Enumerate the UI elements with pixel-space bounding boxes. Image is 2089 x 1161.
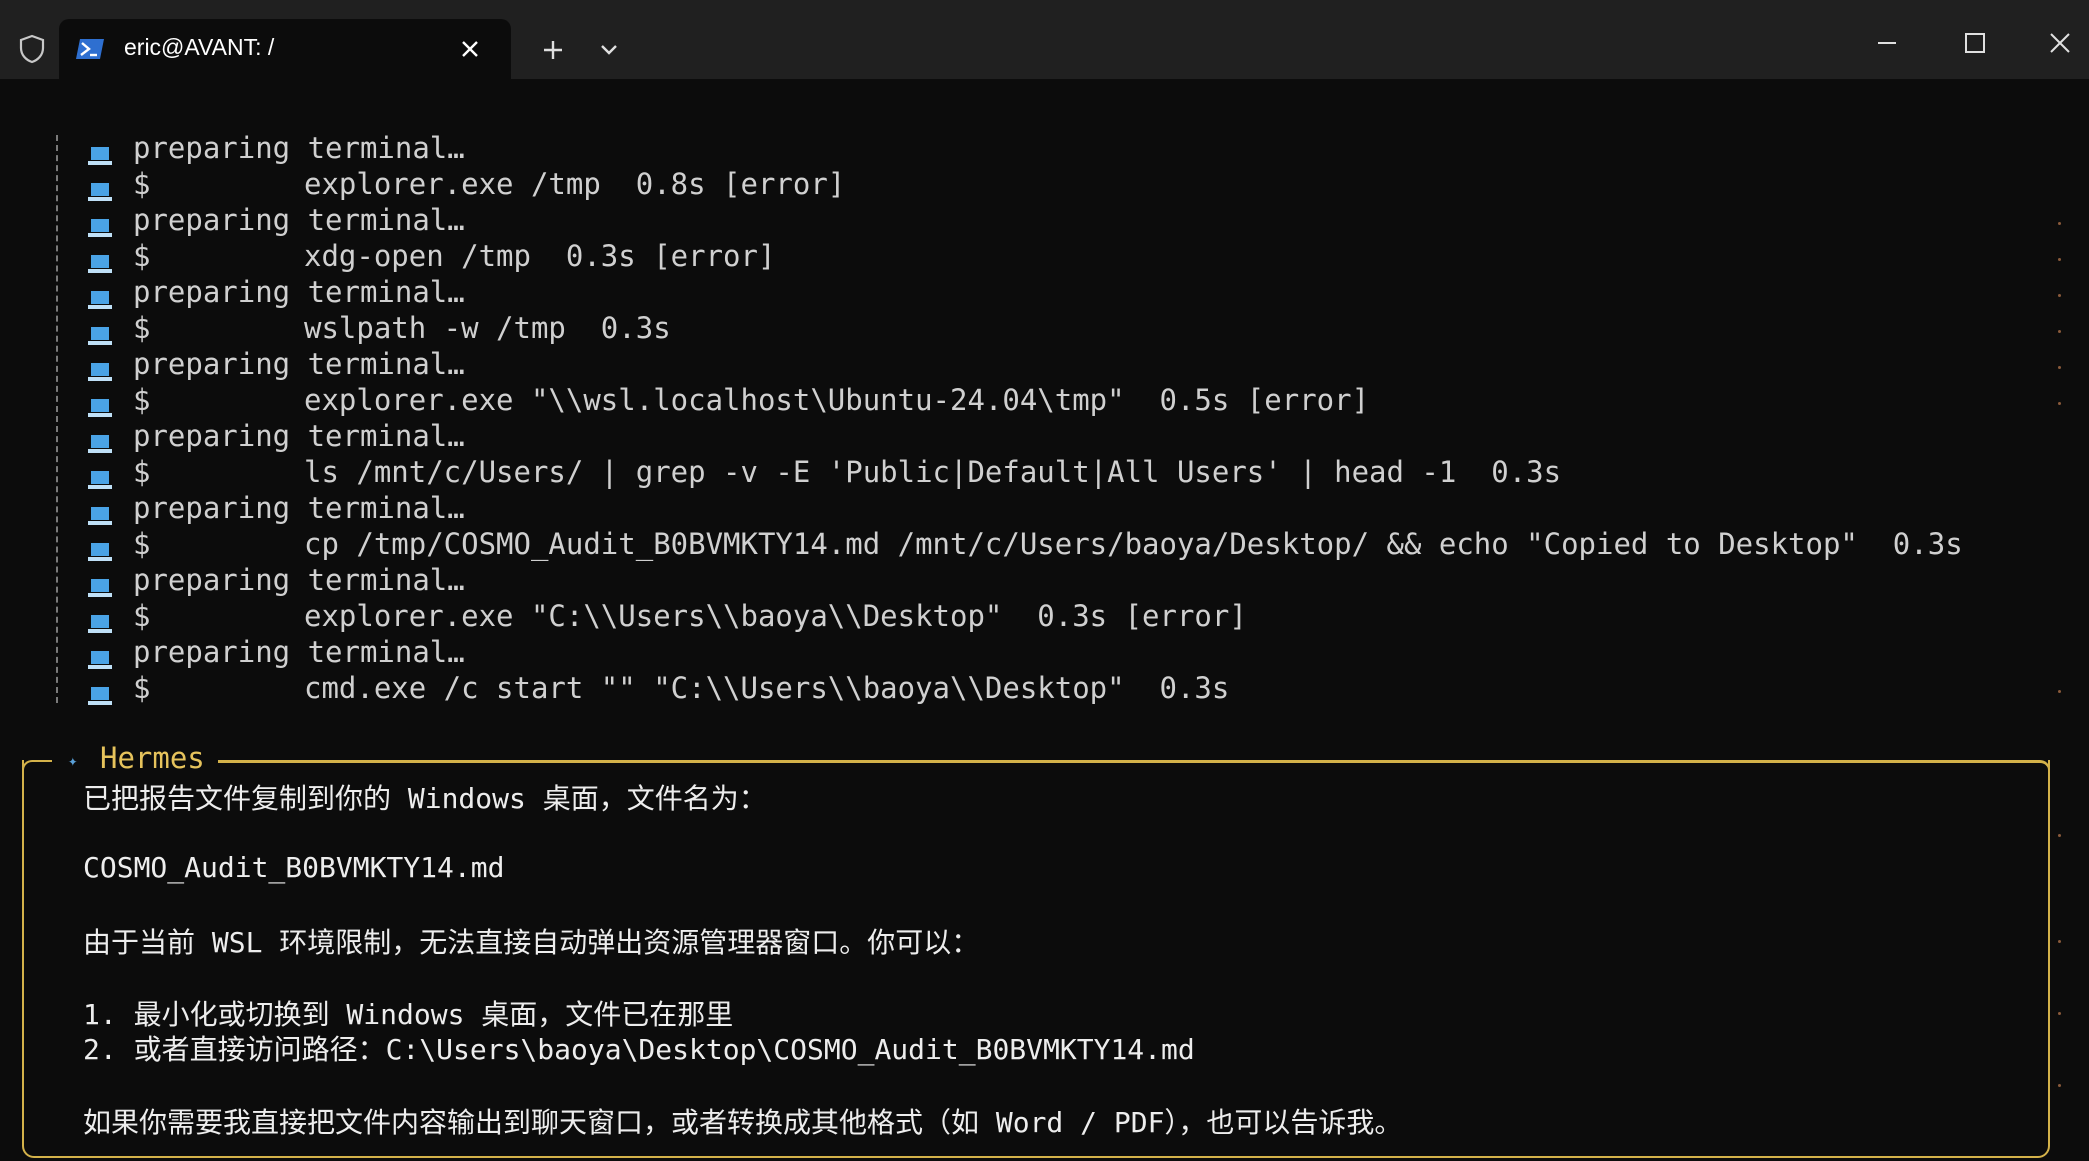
command-text: explorer.exe "\\wsl.localhost\Ubuntu-24.… xyxy=(304,383,1370,417)
hermes-line-6: 如果你需要我直接把文件内容输出到聊天窗口，或者转换成其他格式（如 Word / … xyxy=(83,1106,1403,1139)
prompt-symbol: $ xyxy=(133,599,151,633)
log-row: preparing terminal… xyxy=(0,346,2089,382)
laptop-icon xyxy=(88,138,112,165)
scroll-marker xyxy=(2058,258,2061,261)
status-text: preparing terminal… xyxy=(133,563,465,597)
scroll-marker xyxy=(2058,1084,2061,1087)
command-text: explorer.exe "C:\\Users\\baoya\\Desktop"… xyxy=(304,599,1247,633)
close-window-icon[interactable] xyxy=(2044,27,2076,59)
chevron-down-icon[interactable] xyxy=(594,36,624,64)
hermes-line-3: 由于当前 WSL 环境限制，无法直接自动弹出资源管理器窗口。你可以： xyxy=(83,926,980,959)
status-text: preparing terminal… xyxy=(133,419,465,453)
log-row: $ wslpath -w /tmp 0.3s xyxy=(0,310,2089,346)
laptop-icon xyxy=(88,534,112,561)
prompt-symbol: $ xyxy=(133,527,151,561)
laptop-icon xyxy=(88,462,112,489)
hermes-line-1: 已把报告文件复制到你的 Windows 桌面，文件名为： xyxy=(83,782,767,815)
laptop-icon xyxy=(88,354,112,381)
log-row: $ explorer.exe /tmp 0.8s [error] xyxy=(0,166,2089,202)
scroll-marker xyxy=(2058,940,2061,943)
log-row: preparing terminal… xyxy=(0,202,2089,238)
log-row: preparing terminal… xyxy=(0,418,2089,454)
laptop-icon xyxy=(88,606,112,633)
laptop-icon xyxy=(88,570,112,597)
log-row: preparing terminal… xyxy=(0,274,2089,310)
close-tab-icon[interactable] xyxy=(454,33,486,65)
command-text: wslpath -w /tmp 0.3s xyxy=(304,311,671,345)
laptop-icon xyxy=(88,426,112,453)
laptop-icon xyxy=(88,498,112,525)
minimize-icon[interactable] xyxy=(1872,28,1902,58)
laptop-icon xyxy=(88,210,112,237)
prompt-symbol: $ xyxy=(133,671,151,705)
log-row: $ explorer.exe "\\wsl.localhost\Ubuntu-24… xyxy=(0,382,2089,418)
panel-border-top-right xyxy=(218,760,2050,770)
scroll-marker xyxy=(2058,330,2061,333)
laptop-icon xyxy=(88,246,112,273)
command-text: ls /mnt/c/Users/ | grep -v -E 'Public|De… xyxy=(304,455,1562,489)
log-row: $ explorer.exe "C:\\Users\\baoya\\Desktop… xyxy=(0,598,2089,634)
command-text: cp /tmp/COSMO_Audit_B0BVMKTY14.md /mnt/c… xyxy=(304,527,1963,561)
command-text: explorer.exe /tmp 0.8s [error] xyxy=(304,167,846,201)
status-text: preparing terminal… xyxy=(133,635,465,669)
plus-icon[interactable] xyxy=(536,33,570,67)
shield-icon xyxy=(19,34,45,64)
hermes-line-5: 2. 或者直接访问路径：C:\Users\baoya\Desktop\COSMO… xyxy=(83,1033,1195,1066)
status-text: preparing terminal… xyxy=(133,131,465,165)
hermes-title: Hermes xyxy=(100,741,205,775)
scroll-marker xyxy=(2058,690,2061,693)
tab-title: eric@AVANT: / xyxy=(124,34,275,60)
log-row: preparing terminal… xyxy=(0,634,2089,670)
log-row: preparing terminal… xyxy=(0,562,2089,598)
scroll-marker xyxy=(2058,402,2061,405)
prompt-symbol: $ xyxy=(133,239,151,273)
log-row: preparing terminal… xyxy=(0,130,2089,166)
scroll-marker xyxy=(2058,1012,2061,1015)
hermes-line-4: 1. 最小化或切换到 Windows 桌面，文件已在那里 xyxy=(83,998,734,1031)
status-text: preparing terminal… xyxy=(133,275,465,309)
log-row: $ ls /mnt/c/Users/ | grep -v -E 'Public|D… xyxy=(0,454,2089,490)
scroll-marker xyxy=(2058,834,2061,837)
laptop-icon xyxy=(88,282,112,309)
hermes-line-filename: COSMO_Audit_B0BVMKTY14.md xyxy=(83,851,505,884)
command-text: xdg-open /tmp 0.3s [error] xyxy=(304,239,776,273)
prompt-symbol: $ xyxy=(133,383,151,417)
laptop-icon xyxy=(88,642,112,669)
log-row: $ xdg-open /tmp 0.3s [error] xyxy=(0,238,2089,274)
laptop-icon xyxy=(88,174,112,201)
log-row: $ cp /tmp/COSMO_Audit_B0BVMKTY14.md /mnt/… xyxy=(0,526,2089,562)
prompt-symbol: $ xyxy=(133,311,151,345)
status-text: preparing terminal… xyxy=(133,347,465,381)
panel-border-top-left xyxy=(22,760,52,770)
terminal-log: preparing terminal… $ explorer.exe /tmp 0.… xyxy=(0,130,2089,706)
maximize-icon[interactable] xyxy=(1960,28,1990,58)
prompt-symbol: $ xyxy=(133,167,151,201)
laptop-icon xyxy=(88,678,112,705)
prompt-symbol: $ xyxy=(133,455,151,489)
log-row: preparing terminal… xyxy=(0,490,2089,526)
log-row: $ cmd.exe /c start "" "C:\\Users\\baoya\\… xyxy=(0,670,2089,706)
status-text: preparing terminal… xyxy=(133,203,465,237)
laptop-icon xyxy=(88,390,112,417)
powershell-icon xyxy=(76,39,104,59)
terminal-tab[interactable]: eric@AVANT: / xyxy=(59,19,511,79)
scroll-marker xyxy=(2058,366,2061,369)
status-text: preparing terminal… xyxy=(133,491,465,525)
scroll-marker xyxy=(2058,294,2061,297)
scroll-marker xyxy=(2058,222,2061,225)
command-text: cmd.exe /c start "" "C:\\Users\\baoya\\D… xyxy=(304,671,1230,705)
title-bar: eric@AVANT: / xyxy=(0,0,2089,79)
hermes-star-icon: ✦ xyxy=(68,751,78,770)
laptop-icon xyxy=(88,318,112,345)
